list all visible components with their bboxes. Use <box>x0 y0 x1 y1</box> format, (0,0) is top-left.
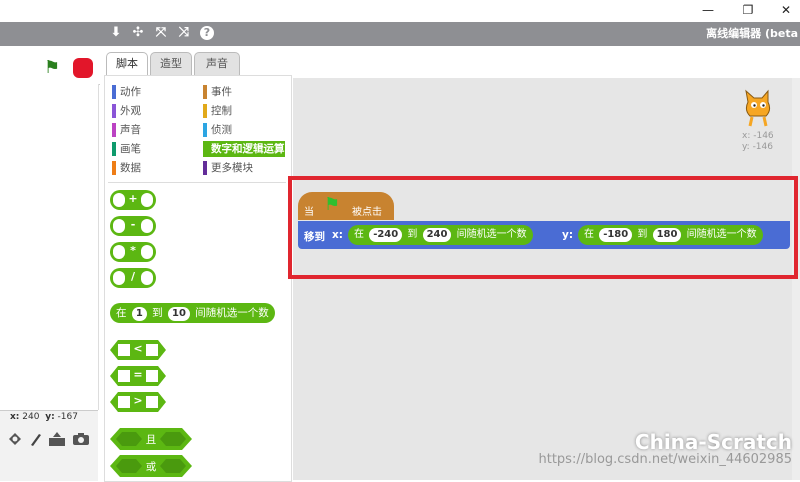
category-data[interactable]: 数据 <box>112 160 141 176</box>
category-swatch <box>112 104 116 118</box>
category-swatch <box>203 123 207 137</box>
pick-random-from[interactable]: 1 <box>131 307 147 321</box>
paint-sprite-icon[interactable] <box>28 432 42 446</box>
sprite-cat-icon <box>738 88 778 128</box>
or-block[interactable]: 或 <box>110 455 192 477</box>
watermark-brand: China-Scratch <box>634 430 792 454</box>
category-sound[interactable]: 声音 <box>112 122 141 138</box>
grow-icon[interactable]: ⤧ <box>153 24 169 42</box>
category-sensing[interactable]: 侦测 <box>203 122 232 138</box>
equals-block[interactable]: = <box>110 366 166 386</box>
mouse-y-label: y: <box>45 412 55 422</box>
palette-divider <box>108 182 286 183</box>
script-scrollbar[interactable] <box>792 78 800 480</box>
greater-than-operator: > <box>133 394 143 407</box>
category-pen[interactable]: 画笔 <box>112 141 141 157</box>
category-events[interactable]: 事件 <box>203 84 232 100</box>
mouse-x-label: x: <box>10 412 20 422</box>
pick-random-to[interactable]: 10 <box>168 307 190 321</box>
pick-random-mid: 到 <box>152 307 163 319</box>
pick-random-suffix: 间随机选一个数 <box>195 307 269 319</box>
category-more-blocks[interactable]: 更多模块 <box>203 160 253 176</box>
equals-operator: = <box>133 368 143 381</box>
multiply-operator: * <box>130 244 136 257</box>
upload-sprite-icon[interactable] <box>48 432 66 446</box>
category-swatch <box>112 142 116 156</box>
category-label: 声音 <box>120 124 141 136</box>
less-than-operator: < <box>133 342 143 355</box>
tab-sounds[interactable]: 声音 <box>194 52 240 75</box>
add-operator: + <box>128 192 138 205</box>
help-icon[interactable]: ? <box>200 26 214 40</box>
minimize-button[interactable]: — <box>696 1 720 19</box>
category-label: 动作 <box>120 86 141 98</box>
category-operators[interactable]: 数字和逻辑运算 <box>203 141 285 157</box>
divide-block[interactable]: / <box>110 268 156 288</box>
stamp-icon[interactable]: ⬇ <box>108 24 124 42</box>
category-label: 画笔 <box>120 143 141 155</box>
category-swatch <box>112 123 116 137</box>
tab-costumes[interactable]: 造型 <box>150 52 192 75</box>
mouse-coordinates: x: 240 y: -167 <box>10 412 78 422</box>
pick-random-prefix: 在 <box>116 307 127 319</box>
watermark-url: https://blog.csdn.net/weixin_44602985 <box>538 452 792 467</box>
stop-icon[interactable] <box>73 58 93 78</box>
add-block[interactable]: + <box>110 190 156 210</box>
sprite-x: x: -146 <box>742 131 774 141</box>
category-label: 更多模块 <box>211 162 253 174</box>
script-area[interactable] <box>293 78 800 480</box>
divide-operator: / <box>130 270 136 283</box>
subtract-operator: - <box>130 218 136 231</box>
choose-sprite-icon[interactable] <box>8 432 22 446</box>
category-label: 事件 <box>211 86 232 98</box>
multiply-block[interactable]: * <box>110 242 156 262</box>
highlight-box <box>288 176 798 279</box>
restore-button[interactable]: ❐ <box>736 1 760 19</box>
sprite-y: y: -146 <box>742 142 773 152</box>
and-label: 且 <box>145 434 157 446</box>
camera-icon[interactable] <box>72 432 90 446</box>
category-looks[interactable]: 外观 <box>112 103 141 119</box>
category-swatch <box>203 142 207 156</box>
greater-than-block[interactable]: > <box>110 392 166 412</box>
mouse-x-value: 240 <box>22 412 40 422</box>
pick-random-block[interactable]: 在 1 到 10 间随机选一个数 <box>110 303 275 323</box>
mouse-y-value: -167 <box>57 412 78 422</box>
category-swatch <box>203 85 207 99</box>
or-label: 或 <box>145 461 157 473</box>
window-title-bar <box>0 0 800 22</box>
and-block[interactable]: 且 <box>110 428 192 450</box>
stage[interactable] <box>0 84 99 410</box>
green-flag-icon[interactable]: ⚑ <box>44 58 60 78</box>
category-swatch <box>112 161 116 175</box>
cut-icon[interactable]: ✣ <box>130 24 146 42</box>
category-label: 控制 <box>211 105 232 117</box>
category-motion[interactable]: 动作 <box>112 84 141 100</box>
tab-scripts[interactable]: 脚本 <box>106 52 148 76</box>
app-title: 离线编辑器 (beta <box>706 27 798 40</box>
subtract-block[interactable]: - <box>110 216 156 236</box>
sprite-position: x: -146 y: -146 <box>742 131 774 153</box>
category-label: 数字和逻辑运算 <box>211 143 285 155</box>
category-label: 数据 <box>120 162 141 174</box>
category-label: 外观 <box>120 105 141 117</box>
close-button[interactable]: ✕ <box>774 1 798 19</box>
category-swatch <box>112 85 116 99</box>
shrink-icon[interactable]: ⤨ <box>176 24 192 42</box>
less-than-block[interactable]: < <box>110 340 166 360</box>
category-swatch <box>203 104 207 118</box>
category-swatch <box>203 161 207 175</box>
category-label: 侦测 <box>211 124 232 136</box>
category-control[interactable]: 控制 <box>203 103 232 119</box>
